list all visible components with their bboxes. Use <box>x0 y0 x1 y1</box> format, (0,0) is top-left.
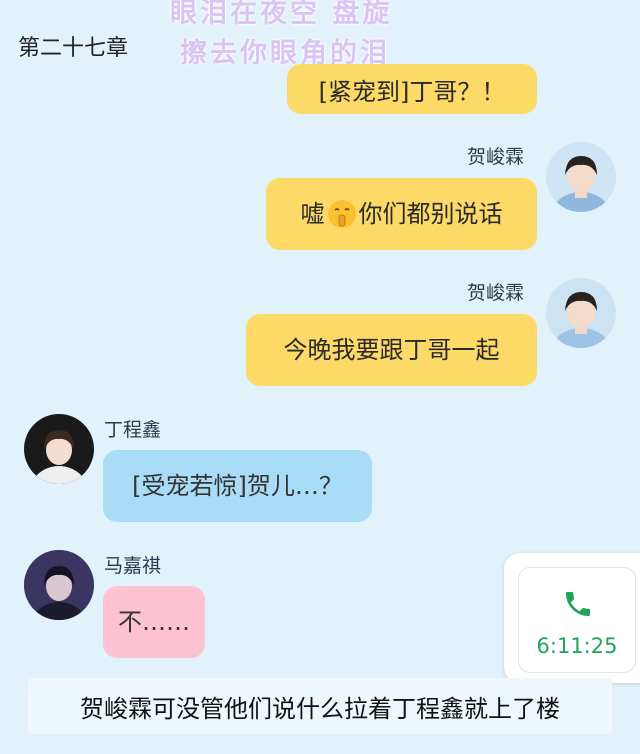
narration-caption: 贺峻霖可没管他们说什么拉着丁程鑫就上了楼 <box>28 678 612 734</box>
chat-bubble-5[interactable]: 不…… <box>103 586 205 658</box>
chat-bubble-4-text: [受宠若惊]贺儿…？ <box>132 472 343 500</box>
shush-emoji-icon <box>327 199 357 229</box>
chat-bubble-2[interactable]: 嘘 你们都别说话 <box>266 178 537 250</box>
avatar-hejunlin-1[interactable] <box>546 142 616 212</box>
call-duration: 6:11:25 <box>536 634 618 658</box>
avatar-majiaqi[interactable] <box>24 550 94 620</box>
call-widget[interactable]: 6:11:25 <box>518 567 636 673</box>
chat-bubble-2-text-after: 你们都别说话 <box>358 200 503 228</box>
avatar-dingchengxin[interactable] <box>24 414 94 484</box>
page-title: 第二十七章 <box>18 36 129 61</box>
call-floating-window[interactable]: 6:11:25 <box>504 553 640 683</box>
sender-name-3: 贺峻霖 <box>467 282 525 304</box>
watermark-caption: 眼泪在夜空 盘旋 擦去你眼角的泪 <box>170 0 392 74</box>
sender-name-4: 丁程鑫 <box>104 419 162 441</box>
sender-name-2: 贺峻霖 <box>467 146 525 168</box>
chat-bubble-2-text-before: 嘘 <box>300 200 325 228</box>
watermark-line-1: 眼泪在夜空 盘旋 <box>170 0 393 29</box>
chat-bubble-5-text: 不…… <box>118 608 190 636</box>
chat-bubble-4[interactable]: [受宠若惊]贺儿…？ <box>103 450 372 522</box>
avatar-hejunlin-2[interactable] <box>546 278 616 348</box>
sender-name-5: 马嘉祺 <box>104 555 162 577</box>
chat-bubble-1[interactable]: [紧宠到]丁哥？！ <box>287 64 537 114</box>
chat-bubble-1-text: [紧宠到]丁哥？！ <box>318 78 506 106</box>
phone-icon <box>562 588 594 620</box>
chat-bubble-3-text: 今晚我要跟丁哥一起 <box>283 336 500 364</box>
chat-bubble-3[interactable]: 今晚我要跟丁哥一起 <box>246 314 537 386</box>
